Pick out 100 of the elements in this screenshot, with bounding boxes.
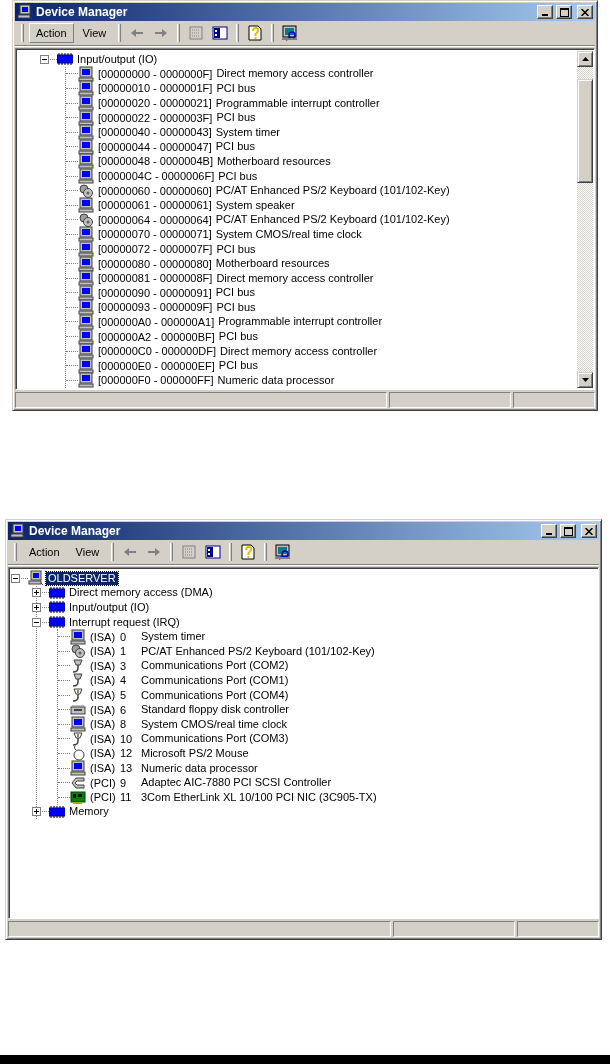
tree-item[interactable]: Communications Port (COM2) [139,659,291,673]
tree-item[interactable]: Memory [67,805,111,819]
address-range: [0000004C - 0000006F] [97,170,215,183]
tree-item[interactable]: Programmable interrupt controller [213,96,382,110]
tree-item[interactable]: Communications Port (COM4) [139,688,291,702]
tree-item[interactable]: System timer [213,125,282,139]
plus-icon [34,605,39,610]
address-range: [00000061 - 00000061] [97,199,212,212]
tree-item[interactable]: PCI bus [214,242,258,256]
address-range: [00000022 - 0000003F] [97,111,213,124]
menu-button[interactable]: Action [22,542,67,562]
maximize-button[interactable] [560,524,576,538]
scan-hardware-icon [282,25,299,41]
tree-item[interactable]: Direct memory access controller [214,271,376,285]
scan-hardware-icon [275,544,292,560]
tree-item[interactable]: Adaptec AIC-7880 PCI SCSI Controller [139,776,334,790]
maximize-icon [563,526,573,536]
tree-item[interactable]: PCI bus [213,140,257,154]
tree-item[interactable]: PCI bus [216,169,260,183]
tree-item[interactable]: Microsoft PS/2 Mouse [139,746,251,760]
monitor-icon [78,284,94,301]
collapse-toggle[interactable] [40,54,49,64]
address-range: [00000064 - 00000064] [97,213,212,226]
tree-item[interactable]: 3Com EtherLink XL 10/100 PCI NIC (3C905-TX) [139,790,379,804]
tree-item[interactable]: OLDSERVER [46,571,118,585]
scroll-up-button[interactable] [577,51,593,67]
menu-button[interactable]: View [68,542,107,562]
close-button[interactable] [577,5,593,19]
tree-item[interactable]: System speaker [213,198,297,212]
irq-number: 12 [120,747,134,760]
monitor-icon [78,80,94,97]
tree-item[interactable]: Direct memory access controller [214,67,376,81]
tree-item[interactable]: System CMOS/real time clock [213,227,364,241]
tree-item[interactable]: Communications Port (COM1) [139,673,291,687]
monitor-icon [78,124,94,141]
monitor-icon [70,760,86,776]
properties-icon [188,25,205,41]
tree-item[interactable]: PCI bus [216,330,260,344]
tree-item[interactable]: System CMOS/real time clock [139,717,290,731]
minus-icon [42,56,47,62]
minimize-button[interactable] [541,524,557,538]
tree-item[interactable]: PCI bus [214,82,258,95]
menu-button[interactable]: View [75,23,114,43]
computer-icon [17,4,33,20]
maximize-button[interactable] [556,5,572,19]
tree-item[interactable]: Numeric data processor [215,373,337,387]
menu-button[interactable]: Action [29,23,74,43]
address-range: [000000A0 - 000000A1] [97,316,215,328]
tree-item[interactable]: Input/output (IO) [75,52,160,66]
tree-item[interactable]: PC/AT Enhanced PS/2 Keyboard (101/102-Key) [213,184,452,198]
expand-toggle[interactable] [32,807,41,817]
expand-toggle[interactable] [32,588,41,598]
tree-item[interactable]: PCI bus [213,286,257,300]
collapse-toggle[interactable] [32,617,41,627]
address-range: [00000010 - 0000001F] [97,82,213,95]
tree-item[interactable]: Direct memory access controller [218,344,380,358]
bus-type: (ISA) [89,689,117,702]
tree-item[interactable]: Numeric data processor [139,761,260,775]
tree-item[interactable]: Input/output (IO) [67,601,152,614]
bus-type: (ISA) [89,659,117,672]
tree-item[interactable]: Motherboard resources [215,154,333,168]
chip-icon [57,51,73,68]
address-range: [00000000 - 0000000F] [97,67,213,80]
tree-item[interactable]: Standard floppy disk controller [139,703,291,717]
bus-type: (PCI) [89,776,117,789]
irq-number: 5 [120,689,128,702]
scroll-down-button[interactable] [577,372,593,388]
scroll-thumb[interactable] [577,79,593,183]
tree-item[interactable]: System timer [139,630,208,644]
chip-icon [49,614,65,631]
chip-icon [49,599,65,616]
address-range: [00000070 - 00000071] [97,228,212,241]
address-range: [00000060 - 00000060] [97,184,212,197]
tree-item[interactable]: PCI bus [214,111,258,125]
expand-toggle[interactable] [32,603,41,612]
close-button[interactable] [581,524,597,538]
tree-item[interactable]: PCI bus [216,359,260,373]
minimize-button[interactable] [537,5,553,19]
keyboard-icon [78,182,94,199]
scrollbar[interactable] [577,51,593,388]
maximize-icon [559,7,569,17]
tree-item[interactable]: Communications Port (COM3) [139,732,291,746]
tree-item[interactable]: PCI bus [214,300,258,314]
irq-number: 6 [120,703,128,716]
irq-number: 13 [120,762,134,774]
address-range: [00000020 - 00000021] [97,97,212,110]
tree-item[interactable]: Direct memory access (DMA) [67,586,215,600]
properties-icon [181,544,198,560]
monitor-icon [78,314,94,330]
tree-item[interactable]: Motherboard resources [213,257,332,271]
tree-item[interactable]: Interrupt request (IRQ) [67,615,182,629]
panes-icon [205,544,222,560]
collapse-toggle[interactable] [11,573,20,583]
plus-icon [34,809,39,815]
irq-number: 3 [120,659,128,672]
tree-item[interactable]: PC/AT Enhanced PS/2 Keyboard (101/102-Key) [213,213,452,227]
tree-item[interactable]: PC/AT Enhanced PS/2 Keyboard (101/102-Key) [139,644,377,658]
address-range: [00000090 - 00000091] [97,286,212,299]
irq-number: 10 [120,732,134,745]
tree-item[interactable]: Programmable interrupt controller [216,315,385,329]
